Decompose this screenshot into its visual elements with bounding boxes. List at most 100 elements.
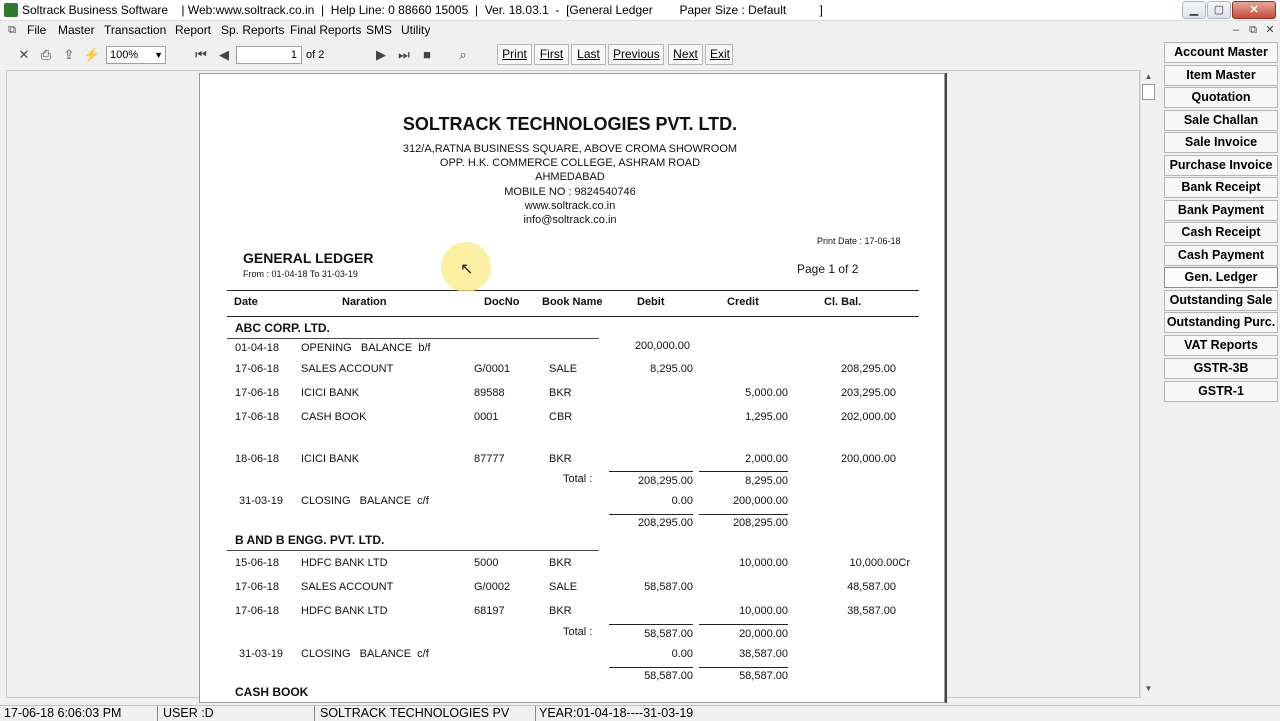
row-date: 17-06-18	[235, 411, 280, 423]
scroll-thumb[interactable]	[1142, 84, 1155, 100]
scroll-down-icon[interactable]: ▼	[1141, 682, 1156, 696]
grand-debit: 58,587.00	[644, 670, 693, 682]
row-docno: G/0002	[474, 581, 511, 593]
menu-master[interactable]: Master	[58, 23, 95, 37]
row-credit: 10,000.00	[739, 557, 788, 569]
first-button[interactable]: First	[534, 44, 569, 65]
row-balance: 203,295.00	[840, 387, 896, 399]
page-number-input[interactable]: 1	[236, 46, 302, 64]
menu-report[interactable]: Report	[175, 23, 211, 37]
grand-debit: 208,295.00	[637, 517, 693, 529]
grand-rule	[609, 667, 693, 668]
closing-date: 31-03-19	[239, 495, 284, 507]
zoom-select[interactable]: 100% ▼	[106, 46, 166, 64]
row-book: SALE	[549, 363, 578, 375]
report-title: GENERAL LEDGER	[243, 250, 374, 266]
bank-receipt-button[interactable]: Bank Receipt	[1164, 177, 1278, 198]
previous-button[interactable]: Previous	[608, 44, 664, 65]
gen-ledger-button[interactable]: Gen. Ledger	[1164, 267, 1278, 288]
lightning-icon[interactable]: ⚡	[83, 46, 101, 64]
account-underline	[227, 550, 599, 551]
exit-button[interactable]: Exit	[705, 44, 733, 65]
menu-transaction[interactable]: Transaction	[104, 23, 166, 37]
col-credit: Credit	[727, 296, 759, 308]
menu-sp-reports[interactable]: Sp. Reports	[221, 23, 284, 37]
sale-challan-button[interactable]: Sale Challan	[1164, 110, 1278, 131]
grand-rule	[699, 514, 788, 515]
total-label: Total :	[563, 626, 593, 638]
row-docno: 0001	[474, 411, 499, 423]
gstr-1-button[interactable]: GSTR-1	[1164, 381, 1278, 402]
menu-file[interactable]: File	[27, 23, 46, 37]
mobile-line: MOBILE NO : 9824540746	[504, 186, 636, 198]
row-narration: SALES ACCOUNT	[301, 363, 394, 375]
gstr-3b-button[interactable]: GSTR-3B	[1164, 358, 1278, 379]
vertical-scrollbar[interactable]: ▲ ▼	[1140, 70, 1155, 698]
vat-reports-button[interactable]: VAT Reports	[1164, 335, 1278, 356]
row-docno: 5000	[474, 557, 499, 569]
total-debit: 208,295.00	[637, 475, 693, 487]
row-debit: 8,295.00	[650, 363, 693, 375]
menu-utility[interactable]: Utility	[401, 23, 430, 37]
minimize-button[interactable]: ▁	[1182, 1, 1206, 19]
outstanding-sale-button[interactable]: Outstanding Sale	[1164, 290, 1278, 311]
next-page-icon[interactable]: ▶	[372, 46, 390, 64]
row-date: 18-06-18	[235, 453, 280, 465]
page-total-label: of 2	[306, 49, 325, 61]
row-book: BKR	[549, 605, 572, 617]
close-icon[interactable]: ✕	[15, 46, 33, 64]
sale-invoice-button[interactable]: Sale Invoice	[1164, 132, 1278, 153]
close-button[interactable]: ✕	[1232, 1, 1276, 19]
total-label: Total :	[563, 473, 593, 485]
row-narration: ICICI BANK	[301, 453, 360, 465]
purchase-invoice-button[interactable]: Purchase Invoice	[1164, 155, 1278, 176]
address-line: OPP. H.K. COMMERCE COLLEGE, ASHRAM ROAD	[439, 157, 701, 169]
search-binoculars-icon[interactable]: ⌕	[454, 46, 472, 64]
status-divider	[157, 706, 158, 721]
mdi-restore-button[interactable]: ⧉	[1245, 23, 1261, 38]
print-icon[interactable]: ⎙	[37, 46, 55, 64]
address-line: AHMEDABAD	[535, 171, 605, 183]
last-button[interactable]: Last	[571, 44, 606, 65]
row-credit: 10,000.00	[739, 605, 788, 617]
col-docno: DocNo	[484, 296, 520, 308]
outstanding-purchase-button[interactable]: Outstanding Purc.	[1164, 312, 1278, 333]
stop-icon[interactable]: ■	[418, 46, 436, 64]
quotation-button[interactable]: Quotation	[1164, 87, 1278, 108]
header-rule-top	[227, 290, 919, 291]
closing-date: 31-03-19	[239, 648, 284, 660]
account-master-button[interactable]: Account Master	[1164, 42, 1278, 63]
menu-final-reports[interactable]: Final Reports	[290, 23, 361, 37]
row-narration: HDFC BANK LTD	[301, 605, 388, 617]
ledger-account-name: CASH BOOK	[235, 685, 309, 699]
next-button[interactable]: Next	[668, 44, 703, 65]
row-credit: 2,000.00	[745, 453, 788, 465]
row-date: 17-06-18	[235, 581, 280, 593]
scroll-up-icon[interactable]: ▲	[1141, 70, 1156, 84]
page-indicator: Page 1 of 2	[797, 262, 859, 276]
report-page: SOLTRACK TECHNOLOGIES PVT. LTD. 312/A,RA…	[199, 73, 945, 703]
total-rule	[609, 471, 693, 472]
maximize-button[interactable]: ▢	[1207, 1, 1231, 19]
prev-page-icon[interactable]: ◀	[215, 46, 233, 64]
print-button[interactable]: Print	[497, 44, 532, 65]
first-page-icon[interactable]: ⏮	[192, 46, 210, 64]
mdi-minimize-button[interactable]: –	[1228, 23, 1244, 38]
cash-payment-button[interactable]: Cash Payment	[1164, 245, 1278, 266]
status-bar: 17-06-18 6:06:03 PM USER :D SOLTRACK TEC…	[0, 705, 1280, 721]
total-rule	[699, 624, 788, 625]
row-balance: 200,000.00	[840, 453, 896, 465]
row-balance: 202,000.00	[840, 411, 896, 423]
mdi-close-button[interactable]: ✕	[1262, 23, 1278, 38]
menu-bar: ⧉ File Master Transaction Report Sp. Rep…	[0, 21, 1280, 40]
row-docno: 68197	[474, 605, 505, 617]
row-docno: 87777	[474, 453, 505, 465]
last-page-icon[interactable]: ⏭	[395, 46, 413, 64]
menu-sms[interactable]: SMS	[366, 23, 392, 37]
mdi-document-icon[interactable]: ⧉	[4, 23, 20, 38]
bank-payment-button[interactable]: Bank Payment	[1164, 200, 1278, 221]
export-icon[interactable]: ⇪	[60, 46, 78, 64]
row-narration: HDFC BANK LTD	[301, 557, 388, 569]
item-master-button[interactable]: Item Master	[1164, 65, 1278, 86]
cash-receipt-button[interactable]: Cash Receipt	[1164, 222, 1278, 243]
